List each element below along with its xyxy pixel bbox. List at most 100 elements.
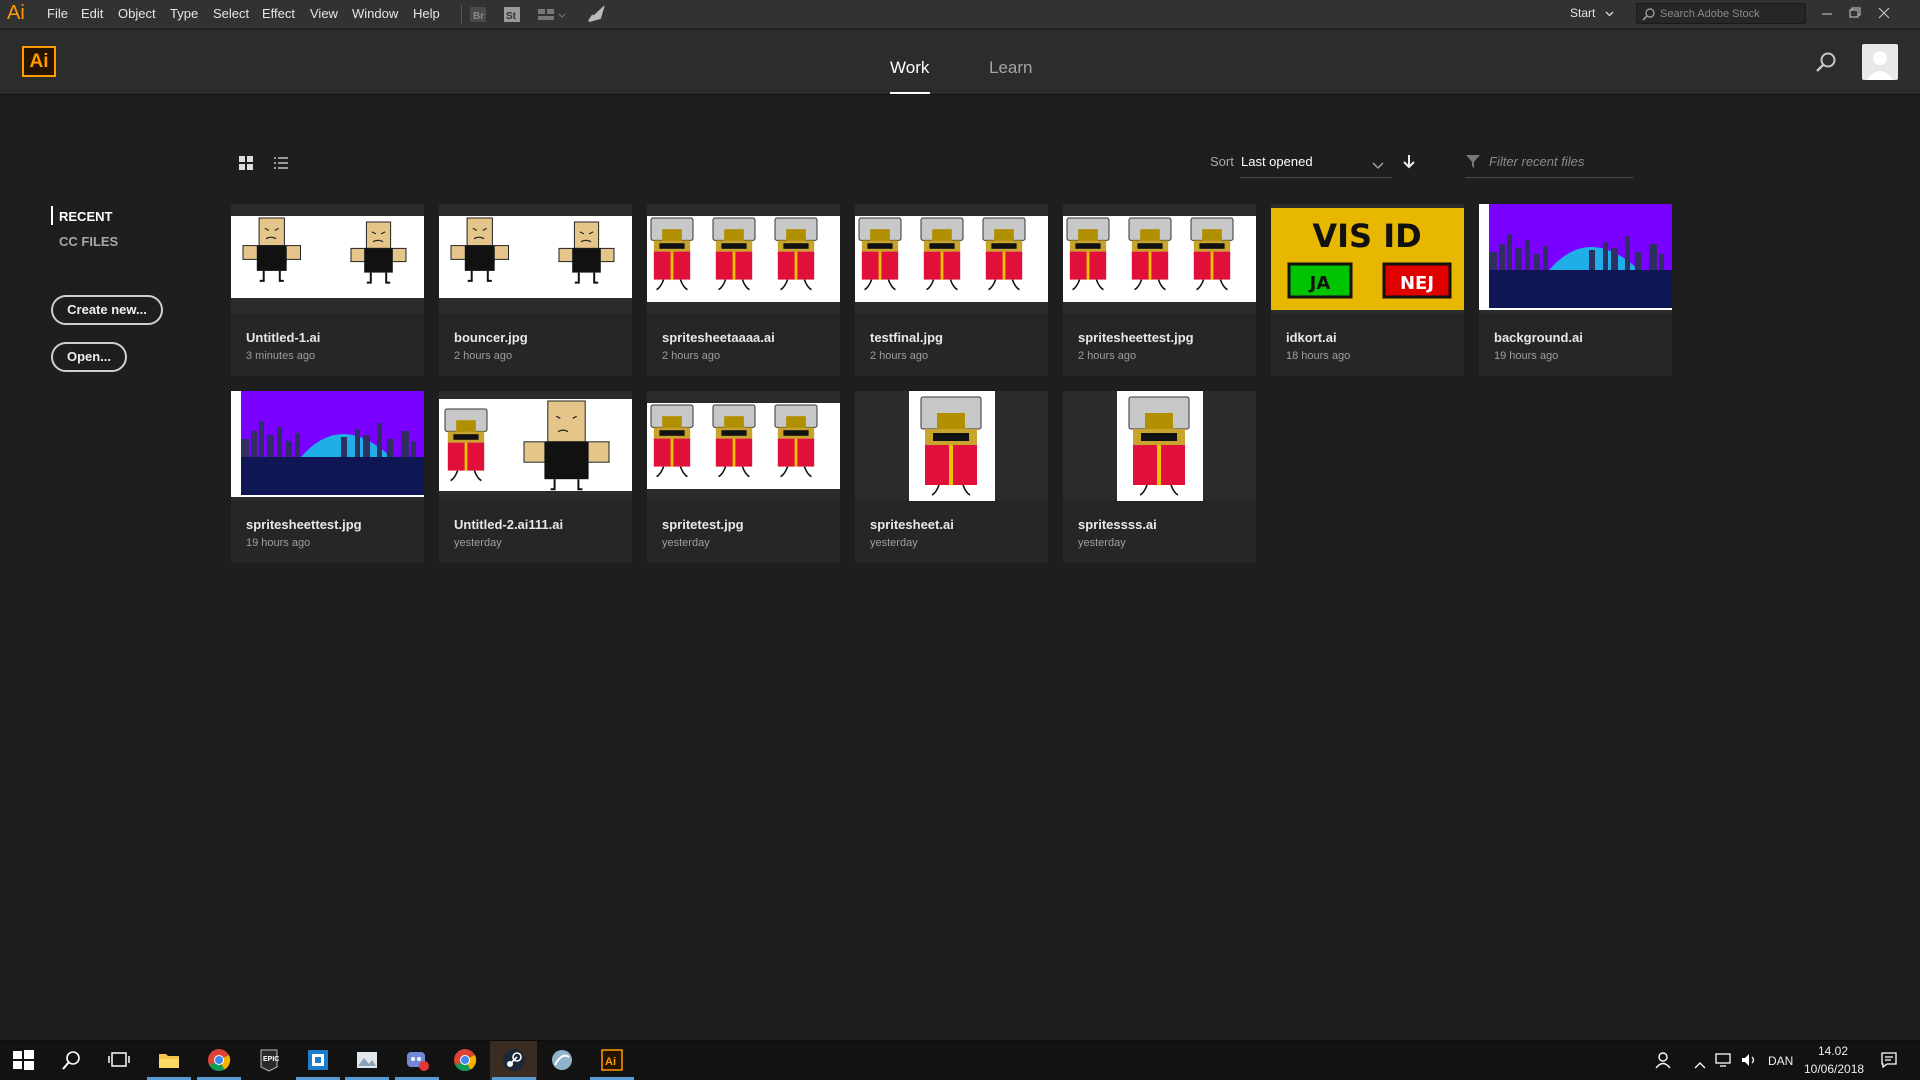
file-card[interactable]: VIS ID JA NEJ idkort.ai 18 hours ago bbox=[1271, 204, 1464, 376]
menu-effect[interactable]: Effect bbox=[262, 6, 295, 21]
file-name: spritesheetaaaa.ai bbox=[662, 330, 775, 345]
file-card[interactable]: testfinal.jpg 2 hours ago bbox=[855, 204, 1048, 376]
svg-text:St: St bbox=[506, 11, 517, 22]
sort-direction-arrow-icon[interactable] bbox=[1402, 154, 1416, 175]
file-name: spritesheettest.jpg bbox=[1078, 330, 1194, 345]
chrome-icon[interactable] bbox=[207, 1048, 231, 1072]
sidebar-item-cc-files[interactable]: CC FILES bbox=[59, 234, 118, 249]
file-name: Untitled-1.ai bbox=[246, 330, 321, 345]
stock-search-placeholder: Search Adobe Stock bbox=[1660, 8, 1760, 20]
steam-icon[interactable] bbox=[502, 1048, 526, 1072]
filter-icon bbox=[1465, 153, 1481, 174]
workspace-switcher[interactable]: Start bbox=[1570, 6, 1614, 20]
restore-button[interactable] bbox=[1841, 2, 1869, 24]
svg-text:EPIC: EPIC bbox=[263, 1056, 279, 1063]
menu-edit[interactable]: Edit bbox=[81, 6, 103, 21]
file-card[interactable]: spritessss.ai yesterday bbox=[1063, 391, 1256, 563]
menu-help[interactable]: Help bbox=[413, 6, 440, 21]
top-navigation: Ai Work Learn bbox=[0, 30, 1920, 95]
create-new-button[interactable]: Create new... bbox=[51, 295, 163, 325]
chevron-down-icon bbox=[1605, 6, 1614, 20]
menu-window[interactable]: Window bbox=[352, 6, 398, 21]
menu-object[interactable]: Object bbox=[118, 6, 156, 21]
menu-view[interactable]: View bbox=[310, 6, 338, 21]
file-card[interactable]: spritetest.jpg yesterday bbox=[647, 391, 840, 563]
discord-icon[interactable] bbox=[405, 1048, 429, 1072]
file-card[interactable]: Untitled-1.ai 3 minutes ago bbox=[231, 204, 424, 376]
file-time: 2 hours ago bbox=[454, 350, 513, 362]
clock-date[interactable]: 10/06/2018 bbox=[1804, 1062, 1864, 1076]
tab-learn[interactable]: Learn bbox=[989, 58, 1032, 78]
file-name: bouncer.jpg bbox=[454, 330, 528, 345]
tab-work[interactable]: Work bbox=[890, 58, 929, 78]
file-card[interactable]: background.ai 19 hours ago bbox=[1479, 204, 1672, 376]
file-thumbnail bbox=[855, 391, 1048, 501]
menu-file[interactable]: File bbox=[47, 6, 68, 21]
language-indicator[interactable]: DAN bbox=[1768, 1054, 1793, 1068]
avatar[interactable] bbox=[1862, 44, 1898, 80]
app-icon[interactable] bbox=[306, 1048, 330, 1072]
sort-dropdown[interactable]: Last opened bbox=[1241, 154, 1313, 169]
minimize-button[interactable] bbox=[1813, 2, 1841, 24]
file-thumbnail bbox=[439, 204, 632, 314]
file-card[interactable]: spritesheet.ai yesterday bbox=[855, 391, 1048, 563]
bridge-icon[interactable]: Br bbox=[469, 6, 487, 23]
notification-center-icon[interactable] bbox=[1880, 1051, 1898, 1074]
file-name: background.ai bbox=[1494, 330, 1583, 345]
arrange-documents-icon[interactable] bbox=[537, 6, 567, 23]
grid-view-icon[interactable] bbox=[238, 155, 254, 171]
sort-underline bbox=[1240, 177, 1392, 178]
menu-select[interactable]: Select bbox=[213, 6, 249, 21]
menu-type[interactable]: Type bbox=[170, 6, 198, 21]
list-view-icon[interactable] bbox=[273, 155, 289, 171]
close-button[interactable] bbox=[1870, 2, 1898, 24]
sort-label: Sort bbox=[1210, 154, 1234, 169]
photo-app-icon[interactable] bbox=[355, 1048, 379, 1072]
open-button[interactable]: Open... bbox=[51, 342, 127, 372]
filter-recent-files-input[interactable]: Filter recent files bbox=[1489, 154, 1584, 169]
file-time: 2 hours ago bbox=[662, 350, 721, 362]
windows-taskbar bbox=[0, 1040, 1920, 1080]
svg-text:Br: Br bbox=[473, 11, 484, 22]
file-name: Untitled-2.ai111.ai bbox=[454, 517, 564, 532]
file-time: 3 minutes ago bbox=[246, 350, 316, 362]
chrome-icon[interactable] bbox=[453, 1048, 477, 1072]
epic-games-icon[interactable]: EPIC bbox=[257, 1048, 281, 1072]
file-card[interactable]: bouncer.jpg 2 hours ago bbox=[439, 204, 632, 376]
search-icon[interactable] bbox=[1814, 51, 1838, 75]
illustrator-logo: Ai bbox=[22, 46, 56, 77]
search-icon[interactable] bbox=[60, 1048, 84, 1072]
file-name: testfinal.jpg bbox=[870, 330, 943, 345]
illustrator-icon[interactable]: Ai bbox=[600, 1048, 624, 1072]
file-card[interactable]: Untitled-2.ai111.ai yesterday bbox=[439, 391, 632, 563]
stock-icon[interactable]: St bbox=[503, 6, 521, 23]
gpu-rocket-icon[interactable] bbox=[587, 4, 606, 23]
file-explorer-icon[interactable] bbox=[157, 1048, 181, 1072]
file-thumbnail bbox=[439, 391, 632, 501]
file-time: 2 hours ago bbox=[870, 350, 929, 362]
file-card[interactable]: spritesheetaaaa.ai 2 hours ago bbox=[647, 204, 840, 376]
search-icon bbox=[1642, 7, 1656, 26]
file-thumbnail bbox=[231, 391, 424, 501]
file-card[interactable]: spritesheettest.jpg 19 hours ago bbox=[231, 391, 424, 563]
file-thumbnail: VIS ID JA NEJ bbox=[1271, 204, 1464, 314]
chevron-down-icon[interactable] bbox=[1372, 157, 1384, 175]
clock-time[interactable]: 14.02 bbox=[1818, 1044, 1848, 1058]
chevron-up-icon[interactable] bbox=[1694, 1056, 1706, 1074]
file-thumbnail bbox=[855, 204, 1048, 314]
network-icon[interactable] bbox=[1714, 1052, 1732, 1073]
app-icon[interactable] bbox=[550, 1048, 574, 1072]
sidebar-item-recent[interactable]: RECENT bbox=[59, 209, 112, 224]
people-icon[interactable] bbox=[1655, 1051, 1673, 1074]
windows-start-icon[interactable] bbox=[11, 1048, 35, 1072]
adobe-stock-search[interactable]: Search Adobe Stock bbox=[1636, 3, 1806, 24]
file-name: spritesheettest.jpg bbox=[246, 517, 362, 532]
id-card-title: VIS ID bbox=[1312, 217, 1421, 255]
file-thumbnail bbox=[1063, 204, 1256, 314]
volume-icon[interactable] bbox=[1740, 1052, 1758, 1073]
menu-bar: Ai File Edit Object Type Select Effect V… bbox=[0, 0, 1920, 29]
file-card[interactable]: spritesheettest.jpg 2 hours ago bbox=[1063, 204, 1256, 376]
task-view-icon[interactable] bbox=[107, 1048, 131, 1072]
file-time: yesterday bbox=[1078, 537, 1126, 549]
file-thumbnail bbox=[1063, 391, 1256, 501]
